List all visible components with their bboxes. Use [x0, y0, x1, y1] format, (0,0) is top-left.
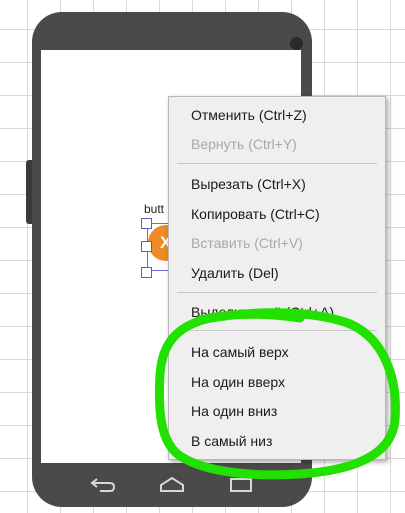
recents-icon[interactable]	[228, 475, 254, 493]
menu-item-copy[interactable]: Копировать (Ctrl+C)	[191, 205, 320, 223]
resize-handle-bottom-left[interactable]	[141, 267, 152, 278]
menu-separator	[177, 330, 377, 331]
home-icon[interactable]	[159, 475, 185, 493]
camera-icon	[290, 37, 303, 50]
menu-item-bring-to-front[interactable]: На самый верх	[191, 343, 289, 361]
menu-item-undo[interactable]: Отменить (Ctrl+Z)	[191, 106, 307, 124]
menu-item-bring-forward[interactable]: На один вверх	[191, 373, 285, 391]
menu-item-send-backward[interactable]: На один вниз	[191, 402, 277, 420]
menu-item-cut[interactable]: Вырезать (Ctrl+X)	[191, 175, 306, 193]
resize-handle-middle-left[interactable]	[141, 241, 152, 252]
context-menu: Отменить (Ctrl+Z) Вернуть (Ctrl+Y) Вырез…	[168, 96, 386, 460]
menu-item-redo[interactable]: Вернуть (Ctrl+Y)	[191, 135, 297, 153]
menu-separator	[177, 163, 377, 164]
back-icon[interactable]	[90, 475, 116, 493]
phone-nav-bar	[32, 463, 312, 507]
menu-item-paste[interactable]: Вставить (Ctrl+V)	[191, 234, 303, 252]
menu-item-send-to-back[interactable]: В самый низ	[191, 432, 272, 450]
menu-item-delete[interactable]: Удалить (Del)	[191, 264, 279, 282]
resize-handle-top-left[interactable]	[141, 218, 152, 229]
menu-separator	[177, 292, 377, 293]
menu-item-select-all[interactable]: Выделить всё (Ctrl+A)	[191, 303, 334, 321]
component-label: butt	[144, 202, 165, 216]
